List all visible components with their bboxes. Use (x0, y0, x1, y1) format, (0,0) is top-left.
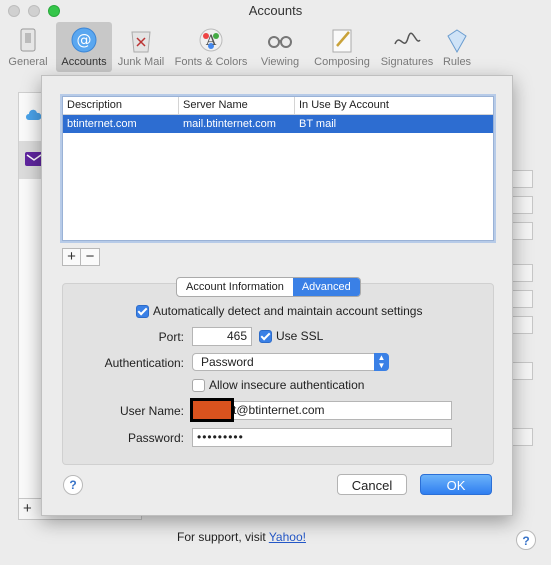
accounts-window: Accounts General @ Accounts Junk Mail A … (0, 0, 551, 565)
settings-tabs: Account Information Advanced (176, 277, 361, 297)
toolbar-accounts[interactable]: @ Accounts (56, 22, 112, 72)
toolbar-label: Rules (442, 56, 472, 68)
svg-text:@: @ (77, 31, 92, 49)
use-ssl-checkbox[interactable] (259, 330, 272, 343)
background-field (510, 196, 533, 214)
toolbar-signatures[interactable]: Signatures (376, 22, 438, 72)
authentication-label: Authentication: (104, 356, 184, 370)
signatures-icon (394, 32, 421, 45)
add-remove-buttons: + − (62, 248, 102, 266)
column-header-server-name[interactable]: Server Name (179, 97, 295, 114)
rules-icon (447, 29, 467, 54)
junk-mail-icon (131, 31, 151, 53)
password-field[interactable]: ••••••••• (192, 428, 452, 447)
table-header: Description Server Name In Use By Accoun… (63, 97, 493, 115)
tab-account-information[interactable]: Account Information (177, 278, 293, 296)
toolbar-general[interactable]: General (0, 22, 56, 72)
ok-button[interactable]: OK (420, 474, 492, 495)
cell-server-name: mail.btinternet.com (183, 118, 276, 130)
column-header-description[interactable]: Description (63, 97, 179, 114)
redaction-box (190, 398, 234, 422)
background-field (510, 264, 533, 282)
svg-text:A: A (205, 33, 217, 49)
preferences-toolbar: General @ Accounts Junk Mail A Fonts & C… (0, 22, 551, 72)
background-help-button[interactable]: ? (516, 530, 536, 550)
composing-icon (332, 29, 352, 53)
toolbar-label: Viewing (260, 56, 300, 68)
window-title: Accounts (248, 3, 303, 18)
add-account-button[interactable]: + (23, 499, 32, 519)
remove-server-button[interactable]: − (81, 248, 100, 266)
use-ssl-label: Use SSL (276, 329, 324, 343)
password-label: Password: (127, 431, 184, 445)
yahoo-support-link[interactable]: Yahoo! (269, 530, 306, 544)
toolbar-label: Composing (314, 56, 370, 68)
smtp-server-sheet: Description Server Name In Use By Accoun… (41, 75, 513, 516)
toolbar-label: General (8, 56, 48, 68)
port-field[interactable]: 465 (192, 327, 252, 346)
background-field (510, 222, 533, 240)
tab-advanced[interactable]: Advanced (292, 278, 360, 296)
toolbar-label: Accounts (61, 56, 107, 68)
allow-insecure-label: Allow insecure authentication (209, 378, 365, 392)
column-header-in-use-by[interactable]: In Use By Account (295, 97, 493, 114)
background-field (510, 170, 533, 188)
allow-insecure-checkbox[interactable] (192, 379, 205, 392)
cell-in-use-by: BT mail (299, 118, 337, 130)
support-text: For support, visit Yahoo! (177, 530, 306, 544)
toolbar-rules[interactable]: Rules (438, 22, 476, 72)
fonts-colors-icon: A (199, 28, 223, 52)
accounts-icon: @ (71, 27, 97, 53)
smtp-server-table[interactable]: Description Server Name In Use By Accoun… (62, 96, 494, 241)
viewing-icon (268, 36, 292, 48)
toolbar-label: Signatures (380, 56, 434, 68)
support-prefix: For support, visit (177, 530, 269, 544)
cancel-button[interactable]: Cancel (337, 474, 407, 495)
background-field (510, 290, 533, 308)
toolbar-label: Fonts & Colors (174, 56, 248, 68)
cell-description: btinternet.com (67, 118, 137, 130)
background-field (510, 316, 533, 334)
port-label: Port: (158, 330, 184, 344)
add-server-button[interactable]: + (62, 248, 81, 266)
chevron-up-down-icon: ▲ ▼ (374, 353, 389, 371)
table-row[interactable]: btinternet.com mail.btinternet.com BT ma… (63, 115, 493, 133)
toolbar-label: Junk Mail (117, 56, 165, 68)
authentication-value: Password (201, 355, 254, 369)
toolbar-composing[interactable]: Composing (308, 22, 376, 72)
help-button[interactable]: ? (63, 475, 83, 495)
background-field (510, 362, 533, 380)
background-field (510, 428, 533, 446)
toolbar-fonts-colors[interactable]: A Fonts & Colors (170, 22, 252, 72)
toolbar-junk-mail[interactable]: Junk Mail (112, 22, 170, 72)
username-label: User Name: (119, 404, 184, 418)
general-icon (20, 28, 36, 52)
toolbar-viewing[interactable]: Viewing (252, 22, 308, 72)
auto-detect-checkbox[interactable] (136, 305, 149, 318)
auto-detect-label: Automatically detect and maintain accoun… (153, 304, 423, 318)
authentication-select[interactable]: Password ▲ ▼ (192, 353, 389, 371)
